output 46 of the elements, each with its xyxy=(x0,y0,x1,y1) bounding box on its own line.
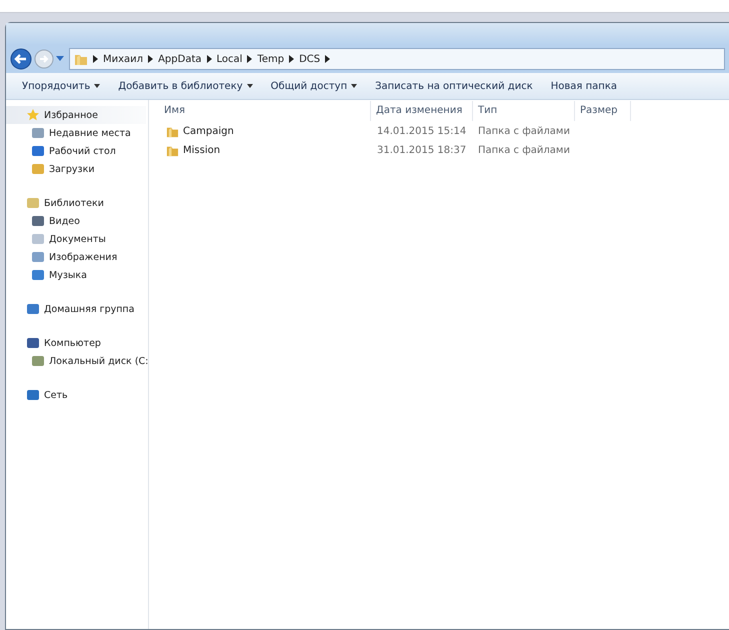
breadcrumb-item[interactable]: DCS xyxy=(299,54,320,64)
chevron-icon xyxy=(247,55,252,63)
sidebar-item[interactable]: Рабочий стол xyxy=(6,142,148,160)
sidebar-item[interactable]: Загрузки xyxy=(6,160,148,178)
chevron-icon xyxy=(325,55,330,63)
chevron-icon xyxy=(93,55,98,63)
address-bar[interactable]: Михаил AppData Local Temp DCS xyxy=(69,48,725,70)
toolbar-button[interactable]: Добавить в библиотеку xyxy=(112,78,259,94)
folder-icon xyxy=(74,52,88,66)
dropdown-arrow-icon[interactable] xyxy=(56,56,64,62)
folder-icon xyxy=(166,125,179,138)
sidebar-item[interactable]: Видео xyxy=(6,212,148,230)
sidebar-item[interactable]: Избранное xyxy=(6,106,146,124)
column-header[interactable]: Размер xyxy=(575,101,631,121)
table-cell-text: 31.01.2015 18:37 xyxy=(376,145,468,156)
sidebar-item[interactable]: Библиотеки xyxy=(6,194,148,212)
table-cell-text: Папка с файлами xyxy=(477,145,571,156)
sidebar-item[interactable]: Документы xyxy=(6,230,148,248)
sidebar-item[interactable]: Музыка xyxy=(6,266,148,284)
column-header[interactable]: Имя xyxy=(159,101,371,121)
sidebar-item[interactable]: Компьютер xyxy=(6,334,148,352)
chevron-icon xyxy=(206,55,212,63)
folder-icon xyxy=(166,144,179,157)
table-cell-text: 14.01.2015 15:14 xyxy=(376,126,468,137)
sidebar-item[interactable]: Локальный диск (C: xyxy=(6,352,148,370)
breadcrumb-item[interactable]: Local xyxy=(216,54,242,64)
chevron-icon xyxy=(289,55,294,63)
sidebar-item[interactable]: Изображения xyxy=(6,248,148,266)
breadcrumb-item[interactable]: Михаил xyxy=(103,54,144,64)
sidebar-item[interactable]: Сеть xyxy=(6,386,148,404)
star-icon xyxy=(26,108,40,122)
chevron-icon xyxy=(148,55,154,63)
toolbar-button[interactable]: Упорядочить xyxy=(16,78,106,94)
file-name[interactable]: Mission xyxy=(183,145,220,156)
toolbar-button[interactable]: Записать на оптический диск xyxy=(369,78,539,94)
sidebar-item[interactable]: Домашняя группа xyxy=(6,300,148,318)
back-button[interactable] xyxy=(10,48,32,70)
column-header[interactable]: Дата изменения xyxy=(371,101,473,121)
toolbar-button[interactable]: Общий доступ xyxy=(264,78,364,94)
sidebar-item[interactable]: Недавние места xyxy=(6,124,148,142)
file-name[interactable]: Campaign xyxy=(183,126,234,137)
breadcrumb-item[interactable]: Temp xyxy=(257,54,284,64)
table-cell-text: Папка с файлами xyxy=(477,126,571,137)
breadcrumb-item[interactable]: AppData xyxy=(158,54,202,64)
column-header[interactable]: Тип xyxy=(473,101,575,121)
toolbar-button[interactable]: Новая папка xyxy=(544,78,623,94)
